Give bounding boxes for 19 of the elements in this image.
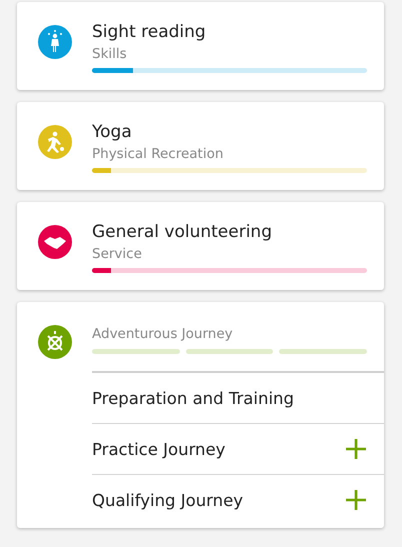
- journey-step[interactable]: Preparation and Training: [92, 388, 294, 408]
- activity-title: Yoga: [92, 121, 133, 144]
- add-icon[interactable]: [345, 489, 367, 511]
- activity-title: General volunteering: [92, 221, 273, 244]
- activity-card[interactable]: Sight reading Skills: [17, 2, 384, 90]
- activity-card[interactable]: Yoga Physical Recreation: [17, 102, 384, 190]
- category-label: Physical Recreation: [92, 145, 224, 164]
- activity-card[interactable]: Adventurous Journey Preparation and Training Practice Journey Qualifying Journey: [17, 302, 384, 528]
- category-label: Skills: [92, 45, 128, 64]
- journey-row[interactable]: Practice Journey: [92, 423, 384, 474]
- activity-title: Sight reading: [92, 21, 207, 44]
- activity-card[interactable]: General volunteering Service: [17, 202, 384, 290]
- category-label: Service: [92, 245, 143, 264]
- category-label: Adventurous Journey: [92, 325, 234, 344]
- journey-row[interactable]: Preparation and Training: [92, 371, 384, 423]
- journey-row[interactable]: Qualifying Journey: [92, 474, 384, 525]
- add-icon[interactable]: [345, 438, 367, 460]
- journey-step[interactable]: Qualifying Journey: [92, 490, 244, 510]
- journey-step[interactable]: Practice Journey: [92, 440, 226, 458]
